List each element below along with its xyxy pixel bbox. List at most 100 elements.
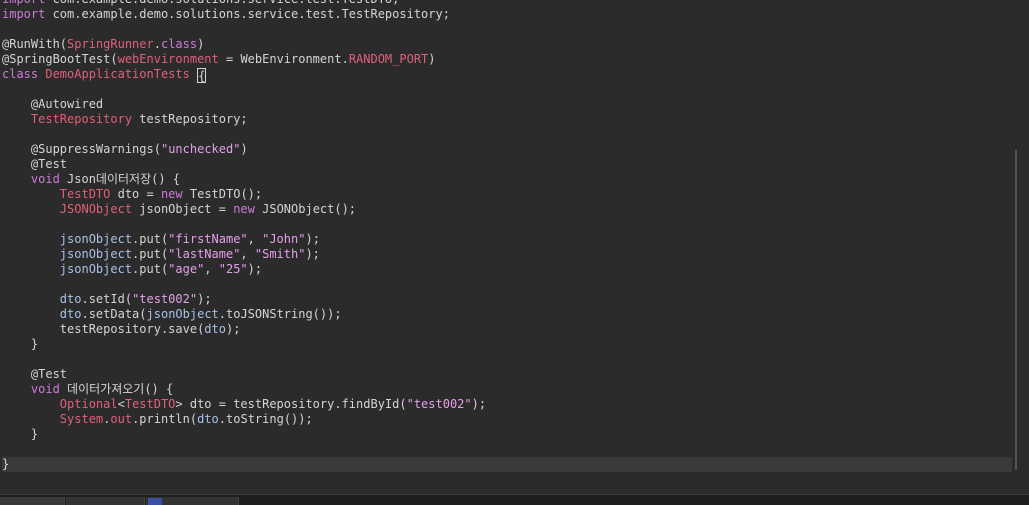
code-token: jsonObject [59, 262, 133, 276]
code-editor[interactable]: import com.example.demo.solutions.servic… [0, 0, 1029, 494]
code-line[interactable]: jsonObject.put("firstName", "John"); [2, 232, 1012, 247]
code-token: ) [240, 142, 248, 156]
code-token: < [117, 397, 125, 411]
code-token: } [2, 457, 10, 471]
code-line[interactable]: @SuppressWarnings("unchecked") [2, 142, 1012, 157]
code-token: import [2, 7, 46, 21]
code-token: dto [59, 292, 82, 306]
code-token: import [2, 0, 45, 6]
code-token: = WebEnvironment. [218, 52, 349, 66]
code-line[interactable] [2, 352, 1012, 367]
code-token: ); [225, 322, 241, 336]
code-token: "unchecked" [160, 142, 241, 156]
code-token: new [233, 202, 255, 216]
code-token: TestDTO(); [182, 187, 263, 201]
code-line[interactable]: dto.setId("test002"); [2, 292, 1012, 307]
code-line[interactable]: } [2, 427, 1012, 442]
code-token: , [240, 247, 255, 261]
code-token: testRepository; [132, 112, 248, 126]
code-line[interactable]: testRepository.save(dto); [2, 322, 1012, 337]
code-token: @SuppressWarnings [30, 142, 154, 156]
code-line[interactable] [2, 277, 1012, 292]
code-token: .toJSONString()); [218, 307, 342, 321]
code-line[interactable]: Optional<TestDTO> dto = testRepository.f… [2, 397, 1012, 412]
code-line[interactable]: @Autowired [2, 97, 1012, 112]
code-line[interactable]: jsonObject.put("lastName", "Smith"); [2, 247, 1012, 262]
code-token: "firstName" [168, 232, 248, 246]
code-token: webEnvironment [117, 52, 219, 66]
code-line[interactable]: System.out.println(dto.toString()); [2, 412, 1012, 427]
code-token: JSONObject [59, 202, 133, 216]
code-line[interactable]: TestDTO dto = new TestDTO(); [2, 187, 1012, 202]
code-token: "lastName" [168, 247, 241, 261]
code-token: ); [471, 397, 487, 411]
code-line[interactable]: JSONObject jsonObject = new JSONObject()… [2, 202, 1012, 217]
bottom-tab-bar [0, 494, 1029, 505]
code-token: 데이터가져오기() { [59, 382, 174, 396]
code-line[interactable] [2, 127, 1012, 142]
code-token: @Autowired [30, 97, 104, 111]
code-line[interactable]: } [2, 337, 1012, 352]
code-token: .setData( [81, 307, 147, 321]
code-token: ); [197, 292, 212, 306]
code-line[interactable] [2, 442, 1012, 457]
code-token: , [204, 262, 219, 276]
code-token: "Smith" [254, 247, 306, 261]
code-token: class [2, 67, 39, 81]
code-line[interactable] [2, 22, 1012, 37]
text-cursor: { [197, 68, 207, 83]
code-token: System [59, 412, 104, 426]
code-line[interactable]: dto.setData(jsonObject.toJSONString()); [2, 307, 1012, 322]
code-token: com.example.demo.solutions.service.test.… [45, 0, 400, 6]
code-token: TestDTO [124, 397, 176, 411]
code-token: JSONObject(); [254, 202, 357, 216]
code-line[interactable]: } [2, 457, 1012, 472]
code-token: @Test [30, 367, 68, 381]
code-line[interactable]: void Json데이터저장() { [2, 172, 1012, 187]
code-token: ( [153, 142, 161, 156]
code-area[interactable]: import com.example.demo.solutions.servic… [2, 0, 1012, 472]
code-token: "age" [168, 262, 205, 276]
code-token: . [153, 37, 161, 51]
code-line[interactable]: @SpringBootTest(webEnvironment = WebEnvi… [2, 52, 1012, 67]
code-token: ( [110, 52, 118, 66]
code-line[interactable]: @Test [2, 367, 1012, 382]
code-token: class [160, 37, 198, 51]
vertical-scrollbar[interactable] [1015, 150, 1017, 470]
code-line[interactable] [2, 82, 1012, 97]
code-token: void [30, 382, 60, 396]
code-token: ( [59, 37, 68, 51]
code-line[interactable]: @Test [2, 157, 1012, 172]
code-line[interactable]: class DemoApplicationTests { [2, 67, 1012, 83]
code-token: jsonObject [146, 307, 219, 321]
code-line[interactable]: void 데이터가져오기() { [2, 382, 1012, 397]
code-line[interactable]: jsonObject.put("age", "25"); [2, 262, 1012, 277]
code-line[interactable]: import com.example.demo.solutions.servic… [2, 0, 1012, 7]
code-token: ); [305, 232, 320, 246]
code-token: ); [305, 247, 320, 261]
code-token: , [247, 232, 263, 246]
code-token: .put( [132, 247, 169, 261]
code-token: .setId( [81, 292, 133, 306]
code-token: .toString()); [218, 412, 313, 426]
code-line[interactable]: import com.example.demo.solutions.servic… [2, 7, 1012, 22]
code-line[interactable]: @RunWith(SpringRunner.class) [2, 37, 1012, 52]
code-token: .put( [132, 232, 169, 246]
code-token: ) [428, 52, 436, 66]
code-line[interactable] [2, 217, 1012, 232]
code-line[interactable]: TestRepository testRepository; [2, 112, 1012, 127]
